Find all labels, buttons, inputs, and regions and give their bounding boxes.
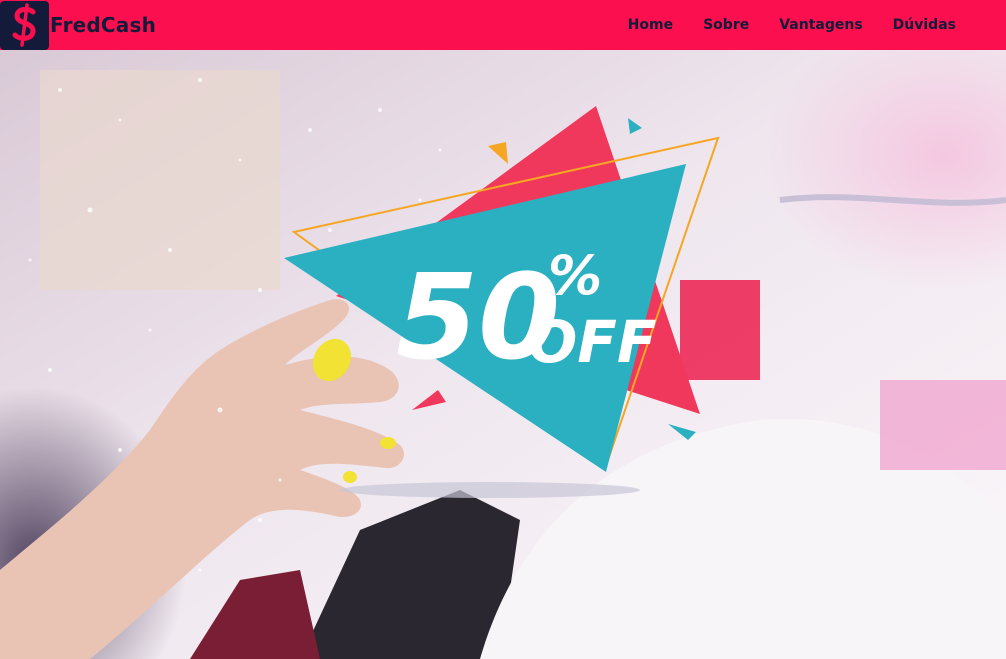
hero-image: 50 % OFF (0, 50, 1006, 659)
brand-logo[interactable] (0, 0, 49, 50)
nav-link-vantagens[interactable]: Vantagens (779, 17, 862, 33)
dollar-sign-icon (12, 3, 36, 47)
hero-banner: 50 % OFF (0, 50, 1006, 659)
nav-link-duvidas[interactable]: Dúvidas (893, 17, 956, 33)
yellow-nail (380, 437, 396, 449)
top-navbar: FredCash Home Sobre Vantagens Dúvidas (0, 0, 1006, 50)
badge-shadow (340, 482, 640, 498)
nav-link-sobre[interactable]: Sobre (703, 17, 749, 33)
nav-link-home[interactable]: Home (628, 17, 673, 33)
discount-percent: % (548, 244, 602, 307)
discount-off: OFF (528, 308, 657, 376)
store-shelf-blur (40, 70, 280, 290)
price-tag (680, 280, 760, 380)
yellow-nail (343, 471, 357, 483)
brand-name[interactable]: FredCash (50, 13, 156, 37)
pink-garment (880, 380, 1006, 470)
main-nav: Home Sobre Vantagens Dúvidas (598, 0, 956, 50)
